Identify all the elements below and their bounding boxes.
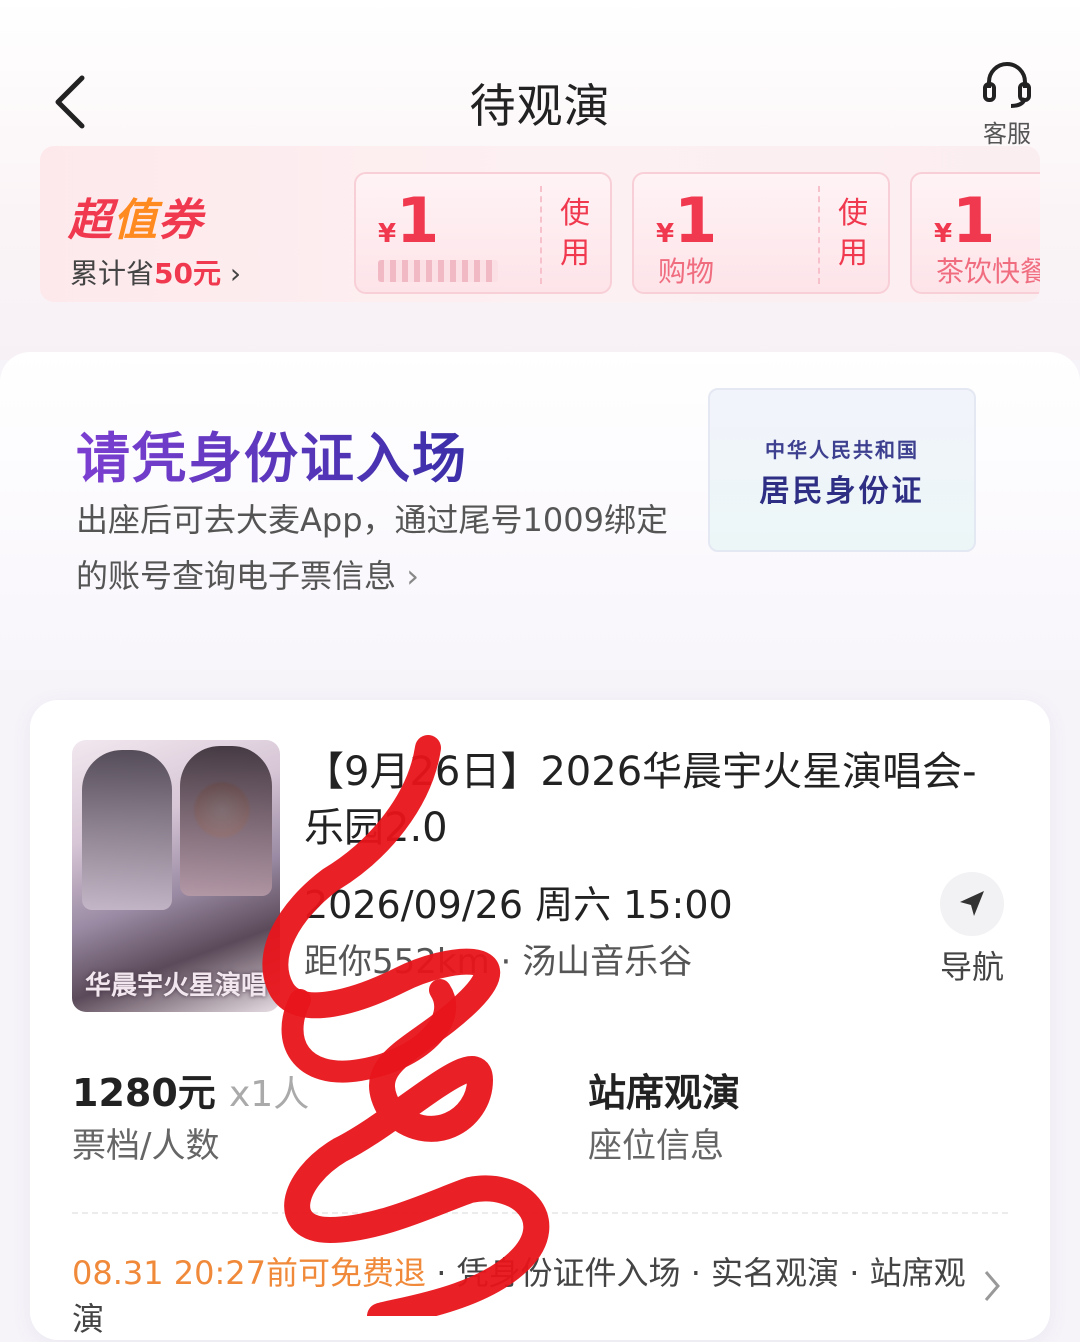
coupon-use-button[interactable]: 使用 <box>552 194 598 274</box>
page-title: 待观演 <box>469 79 611 133</box>
id-card-line2: 居民身份证 <box>759 474 925 509</box>
seat-info: 站席观演 <box>588 1071 741 1115</box>
coupon-price: ¥1 <box>656 184 718 257</box>
show-location: 距你552km · 汤山音乐谷 <box>304 942 693 982</box>
coupon-brand-logo: 超值券 <box>68 195 203 246</box>
customer-service-button[interactable]: 客服 <box>972 58 1042 149</box>
ticket-notice[interactable]: 08.31 20:27前可免费退 · 凭身份证件入场 · 实名观演 · 站席观演 <box>72 1250 972 1342</box>
coupon-divider <box>818 186 820 284</box>
navigation-icon-wrap <box>940 872 1004 936</box>
ticket-quantity: x1人 <box>229 1074 310 1115</box>
chevron-right-icon: › <box>406 557 419 595</box>
ticket-price: 1280元 x1人 <box>72 1071 310 1115</box>
coupon-desc-blurred <box>378 260 498 282</box>
headset-icon <box>983 62 1031 108</box>
coupon-use-button[interactable]: 使用 <box>830 194 876 274</box>
navigation-arrow-icon <box>960 891 984 916</box>
chevron-right-icon: › <box>229 257 242 290</box>
id-entry-desc: 出座后可去大麦App，通过尾号1009绑定的账号查询电子票信息 <box>76 501 668 595</box>
customer-service-label: 客服 <box>983 120 1031 148</box>
ticket-divider <box>72 1212 1008 1214</box>
show-datetime: 2026/09/26 周六 15:00 <box>304 883 733 927</box>
show-title: 【9月26日】2026华晨宇火星演唱会-乐园2.0 <box>304 749 977 851</box>
saved-prefix: 累计省 <box>70 257 155 290</box>
poster-figure <box>82 750 172 910</box>
saved-amount: 50元 <box>154 257 221 290</box>
coupon-price: ¥1 <box>378 184 440 257</box>
show-poster[interactable]: 华晨宇火星演唱 <box>72 740 280 1012</box>
coupon-price: ¥1 <box>934 184 996 257</box>
coupon-card-1[interactable]: ¥1 使用 <box>354 172 612 294</box>
coupon-strip: 超值券 累计省50元 › ¥1 使用 ¥1 购物 使用 ¥1 茶饮快餐 <box>40 146 1040 302</box>
chevron-right-icon[interactable] <box>980 1266 1004 1306</box>
poster-text: 华晨宇火星演唱 <box>84 971 267 1001</box>
id-entry-desc-link[interactable]: 出座后可去大麦App，通过尾号1009绑定的账号查询电子票信息 › <box>76 492 686 604</box>
refund-deadline: 08.31 20:27前可免费退 <box>72 1254 427 1292</box>
poster-figure <box>180 746 272 896</box>
coupon-desc: 购物 <box>658 255 715 288</box>
id-card-line1: 中华人民共和国 <box>765 438 919 462</box>
id-card-illustration: 中华人民共和国 居民身份证 <box>708 388 976 552</box>
coupon-card-2[interactable]: ¥1 购物 使用 <box>632 172 890 294</box>
navigation-button[interactable]: 导航 <box>936 872 1008 988</box>
coupon-saved-link[interactable]: 累计省50元 › <box>70 252 241 292</box>
coupon-desc: 茶饮快餐 <box>936 255 1040 288</box>
ticket-price-label: 票档/人数 <box>72 1126 220 1166</box>
id-entry-title: 请凭身份证入场 <box>76 414 468 493</box>
navigation-label: 导航 <box>939 948 1004 986</box>
coupon-divider <box>540 186 542 284</box>
seat-info-label: 座位信息 <box>588 1126 724 1166</box>
coupon-card-3[interactable]: ¥1 茶饮快餐 <box>910 172 1040 294</box>
